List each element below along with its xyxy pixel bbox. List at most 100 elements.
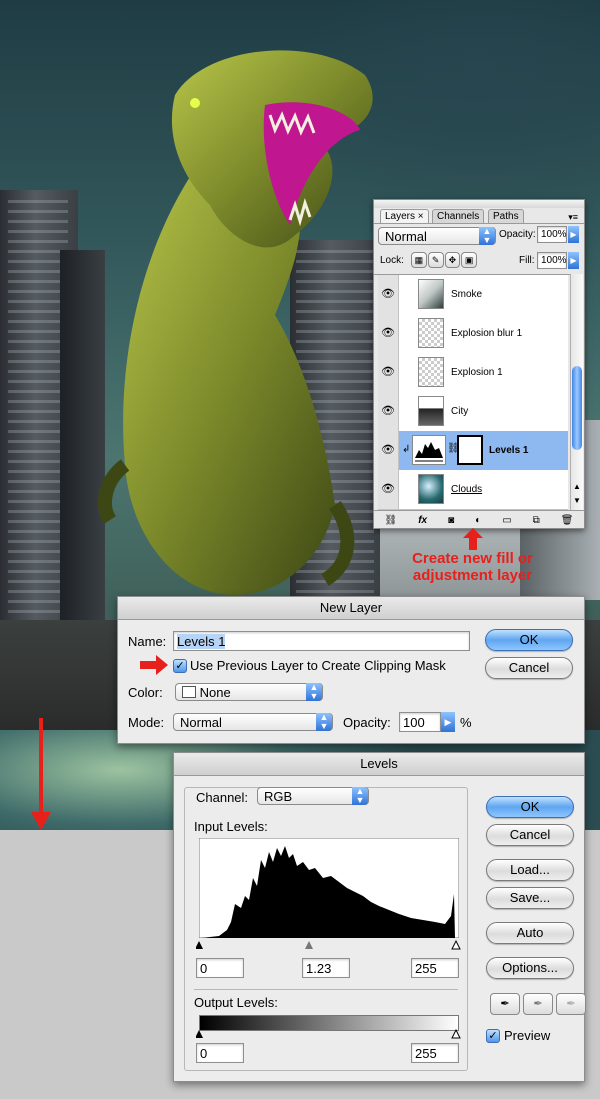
red-right-arrow: [140, 655, 168, 675]
adjustment-layer-icon[interactable]: ◐: [475, 515, 481, 526]
chevron-updown-icon: ▲ ▼: [316, 713, 332, 731]
channel-label: Channel:: [196, 790, 249, 805]
color-swatch: [182, 686, 196, 698]
layer-name: Explosion 1: [451, 367, 503, 378]
link-layers-icon[interactable]: ⛓: [385, 515, 398, 526]
opacity-slider-arrow-icon[interactable]: ▶: [441, 712, 455, 732]
channel-value: RGB: [264, 789, 293, 804]
tab-layers[interactable]: Layers ×: [380, 209, 429, 224]
tab-paths-label: Paths: [493, 211, 519, 222]
blend-mode-value: Normal: [385, 229, 427, 244]
layer-thumbnail: [418, 279, 444, 309]
add-mask-icon[interactable]: ◙: [448, 515, 454, 526]
histogram: [199, 838, 459, 938]
chevron-updown-icon: ▲ ▼: [479, 227, 495, 245]
levels-dialog: Levels Channel: RGB ▲ ▼ Input Levels: 0 1…: [173, 752, 586, 1082]
input-white-field[interactable]: 255: [411, 958, 459, 978]
cancel-button[interactable]: Cancel: [485, 657, 573, 679]
chevron-updown-icon: ▲ ▼: [352, 787, 368, 805]
name-label: Name:: [128, 634, 167, 649]
options-button[interactable]: Options...: [486, 957, 574, 979]
dialog-title: New Layer: [118, 597, 584, 620]
clipping-arrow-icon: ↲: [402, 444, 411, 455]
trash-icon[interactable]: 🗑: [561, 515, 574, 526]
input-black-field[interactable]: 0: [196, 958, 244, 978]
load-button[interactable]: Load...: [486, 859, 574, 881]
black-eyedropper-icon[interactable]: ✒: [490, 993, 520, 1015]
layer-mask-thumbnail: [457, 435, 483, 465]
percent-label: %: [460, 715, 472, 730]
callout-line-1: Create new fill or: [412, 550, 533, 567]
chevron-updown-icon: ▲ ▼: [306, 683, 322, 701]
close-icon[interactable]: ×: [418, 211, 424, 222]
scroll-down-icon[interactable]: ▼: [573, 496, 581, 505]
red-down-arrow: [31, 718, 51, 830]
white-eyedropper-icon[interactable]: ✒: [556, 993, 586, 1015]
visibility-eye-icon[interactable]: 👁: [378, 470, 399, 509]
opacity-field[interactable]: 100%: [537, 226, 567, 243]
output-sliders[interactable]: [196, 1029, 462, 1039]
channel-select[interactable]: RGB ▲ ▼: [257, 787, 369, 805]
preview-checkbox[interactable]: ✓: [486, 1029, 500, 1043]
red-up-arrow: [463, 528, 483, 550]
layer-row-explosion[interactable]: 👁 Explosion 1: [378, 353, 568, 393]
color-select[interactable]: None ▲ ▼: [175, 683, 323, 701]
visibility-eye-icon[interactable]: 👁: [378, 392, 399, 431]
visibility-eye-icon[interactable]: 👁: [378, 314, 399, 353]
layers-scrollbar[interactable]: ▲ ▼: [570, 274, 583, 510]
cancel-button[interactable]: Cancel: [486, 824, 574, 846]
output-black-field[interactable]: 0: [196, 1043, 244, 1063]
color-value: None: [199, 685, 231, 700]
ok-button[interactable]: OK: [486, 796, 574, 818]
opacity-input[interactable]: 100: [399, 712, 441, 732]
input-levels-label: Input Levels:: [194, 819, 268, 834]
clipping-mask-checkbox[interactable]: ✓: [173, 659, 187, 673]
visibility-eye-icon[interactable]: 👁: [378, 275, 399, 314]
preview-label: Preview: [504, 1028, 551, 1043]
visibility-eye-icon[interactable]: 👁: [378, 431, 399, 470]
layer-thumbnail: [418, 474, 444, 504]
new-layer-dialog: New Layer Name: Levels 1 OK Cancel ✓ Use…: [117, 596, 585, 744]
fill-field[interactable]: 100%: [537, 252, 567, 269]
fx-icon[interactable]: fx: [418, 515, 427, 526]
gray-eyedropper-icon[interactable]: ✒: [523, 993, 553, 1015]
layers-list: 👁 Smoke 👁 Explosion blur 1 👁 Explosion 1…: [374, 274, 570, 511]
layer-row-smoke[interactable]: 👁 Smoke: [378, 275, 568, 315]
tab-channels[interactable]: Channels: [432, 209, 485, 224]
layer-row-explosion-blur[interactable]: 👁 Explosion blur 1: [378, 314, 568, 354]
panel-menu-icon[interactable]: ▾≡: [568, 212, 578, 223]
adjustment-thumbnail: [412, 435, 446, 465]
mode-select[interactable]: Normal ▲ ▼: [173, 713, 333, 731]
color-label: Color:: [128, 685, 163, 700]
folder-icon[interactable]: ▭: [502, 515, 511, 526]
lock-pixels-icon[interactable]: ✎: [427, 252, 444, 268]
layer-row-city[interactable]: 👁 City: [378, 392, 568, 432]
new-layer-icon[interactable]: ⧉: [533, 515, 540, 526]
output-white-field[interactable]: 255: [411, 1043, 459, 1063]
save-button[interactable]: Save...: [486, 887, 574, 909]
layer-row-levels[interactable]: 👁 ↲ ⛓ Levels 1: [378, 431, 568, 471]
name-input[interactable]: Levels 1: [173, 631, 470, 651]
opacity-slider-arrow-icon[interactable]: ▶: [568, 226, 579, 243]
layer-row-clouds[interactable]: 👁 Clouds: [378, 470, 568, 510]
layer-name: Clouds: [451, 484, 483, 495]
scroll-up-icon[interactable]: ▲: [573, 482, 581, 491]
lock-all-icon[interactable]: ▣: [461, 252, 477, 268]
name-value: Levels 1: [177, 634, 226, 649]
lock-transparency-icon[interactable]: ▦: [411, 252, 427, 268]
input-gamma-field[interactable]: 1.23: [302, 958, 350, 978]
callout-text: Create new fill or adjustment layer: [380, 550, 565, 584]
input-sliders[interactable]: [196, 940, 462, 950]
fill-slider-arrow-icon[interactable]: ▶: [568, 252, 579, 269]
dialog-title: Levels: [174, 753, 584, 776]
lock-buttons: ▦ ✎ ✥ ▣: [411, 252, 477, 268]
lock-position-icon[interactable]: ✥: [444, 252, 461, 268]
lock-label: Lock:: [380, 255, 404, 266]
visibility-eye-icon[interactable]: 👁: [378, 353, 399, 392]
blend-mode-select[interactable]: Normal ▲ ▼: [378, 227, 496, 245]
layer-thumbnail: [418, 357, 444, 387]
ok-button[interactable]: OK: [485, 629, 573, 651]
scrollbar-thumb[interactable]: [572, 366, 582, 450]
tab-paths[interactable]: Paths: [488, 209, 524, 224]
auto-button[interactable]: Auto: [486, 922, 574, 944]
